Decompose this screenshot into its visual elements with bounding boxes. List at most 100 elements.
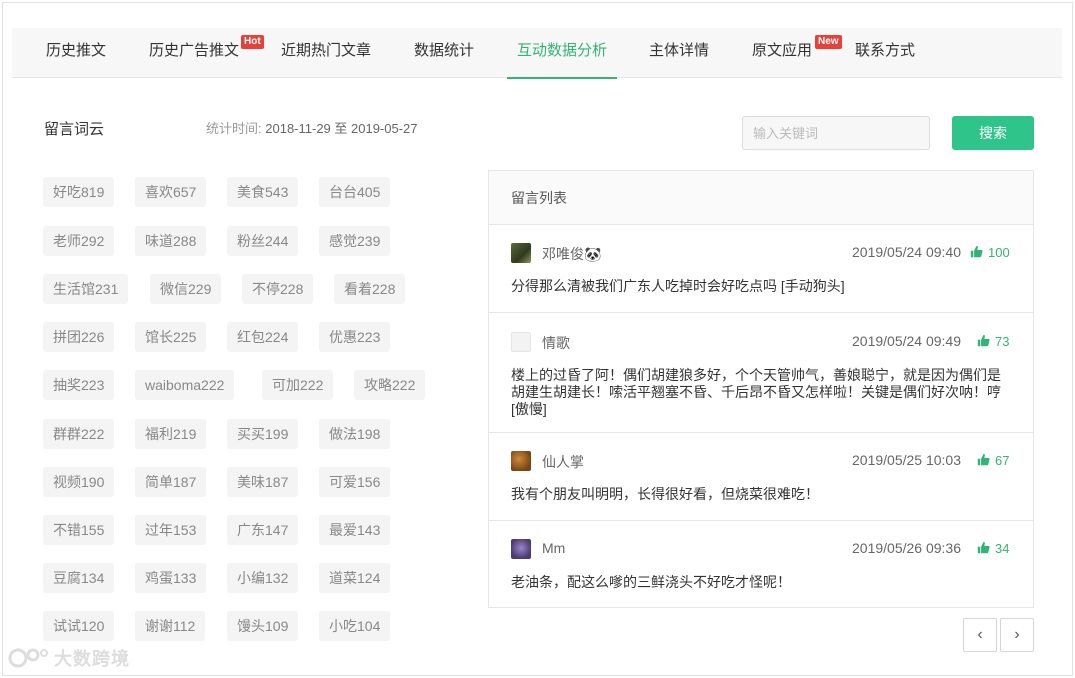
- comment-time: 2019/05/24 09:49: [852, 333, 961, 349]
- word-tag[interactable]: 红包224: [227, 322, 299, 352]
- like-count[interactable]: 67: [977, 453, 1009, 468]
- word-tag[interactable]: 福利219: [135, 419, 207, 449]
- avatar: [511, 451, 531, 471]
- comment-list: 留言列表 邓唯俊🐼 2019/05/24 09:40 100 分得那么清被我们广…: [488, 170, 1034, 608]
- thumbs-up-icon: [970, 245, 983, 258]
- comment-time: 2019/05/24 09:40: [852, 244, 961, 260]
- next-page-button[interactable]: ›: [1000, 618, 1034, 652]
- stat-time-range: 2018-11-29 至 2019-05-27: [265, 121, 418, 136]
- word-tag[interactable]: 买买199: [227, 419, 299, 449]
- word-tag[interactable]: 做法198: [319, 419, 391, 449]
- comment-user: 情歌: [542, 335, 570, 351]
- prev-page-button[interactable]: ‹: [963, 618, 997, 652]
- word-tag[interactable]: 简单187: [135, 467, 207, 497]
- word-tag[interactable]: waiboma222: [135, 370, 235, 400]
- word-tag[interactable]: 小编132: [227, 563, 299, 593]
- tab-label: 历史广告推文: [149, 42, 240, 59]
- word-tag[interactable]: 广东147: [227, 515, 299, 545]
- tab-label: 原文应用: [752, 42, 813, 59]
- word-tag[interactable]: 优惠223: [319, 322, 391, 352]
- word-tag[interactable]: 生活馆231: [43, 274, 129, 304]
- word-tag[interactable]: 可爱156: [319, 467, 391, 497]
- avatar: [511, 332, 531, 352]
- word-tag[interactable]: 台台405: [319, 177, 391, 207]
- word-tag[interactable]: 过年153: [135, 515, 207, 545]
- watermark-logo-icon: [8, 648, 48, 668]
- thumbs-up-icon: [977, 453, 990, 466]
- comment-time: 2019/05/25 10:03: [852, 452, 961, 468]
- tab-label: 数据统计: [414, 42, 475, 59]
- like-value: 34: [995, 541, 1010, 556]
- comment-text: 分得那么清被我们广东人吃掉时会好吃点吗 [手动狗头]: [511, 278, 845, 294]
- word-tag[interactable]: 粉丝244: [227, 226, 299, 256]
- comment-item: 情歌 2019/05/24 09:49 73 楼上的过昏了阿！偶们胡建狼多好，个…: [489, 313, 1033, 433]
- comment-user: Mm: [542, 540, 566, 556]
- word-tag[interactable]: 攻略222: [354, 370, 426, 400]
- watermark: 大数跨境: [8, 645, 130, 671]
- like-count[interactable]: 73: [977, 334, 1009, 349]
- word-tag[interactable]: 看着228: [334, 274, 406, 304]
- watermark-text: 大数跨境: [54, 649, 130, 669]
- word-tag[interactable]: 抽奖223: [43, 370, 115, 400]
- word-tag[interactable]: 老师292: [43, 226, 115, 256]
- word-tag[interactable]: 不停228: [242, 274, 314, 304]
- tab-history-posts[interactable]: 历史推文: [46, 28, 106, 78]
- like-count[interactable]: 100: [970, 245, 1010, 260]
- word-tag[interactable]: 豆腐134: [43, 563, 115, 593]
- word-tag[interactable]: 视频190: [43, 467, 115, 497]
- comment-time: 2019/05/26 09:36: [852, 540, 961, 556]
- word-tag[interactable]: 美食543: [227, 177, 299, 207]
- like-count[interactable]: 34: [977, 541, 1009, 556]
- word-tag[interactable]: 馆长225: [135, 322, 207, 352]
- comment-text: 老油条，配这么嗲的三鲜浇头不好吃才怪呢！: [511, 574, 791, 590]
- comment-item: 仙人掌 2019/05/25 10:03 67 我有个朋友叫明明，长得很好看，但…: [489, 433, 1033, 521]
- comment-item: 邓唯俊🐼 2019/05/24 09:40 100 分得那么清被我们广东人吃掉时…: [489, 225, 1033, 313]
- thumbs-up-icon: [977, 541, 990, 554]
- tab-interaction-analysis[interactable]: 互动数据分析: [506, 28, 618, 79]
- comment-user: 邓唯俊🐼: [542, 246, 602, 262]
- tab-original-apps[interactable]: 原文应用: [752, 28, 812, 78]
- word-cloud-title: 留言词云: [44, 121, 105, 138]
- tab-hot-articles[interactable]: 近期热门文章: [281, 28, 371, 78]
- word-tag[interactable]: 试试120: [43, 611, 115, 641]
- tab-entity-details[interactable]: 主体详情: [649, 28, 709, 78]
- word-tag[interactable]: 小吃104: [319, 611, 391, 641]
- comment-item: Mm 2019/05/26 09:36 34 老油条，配这么嗲的三鲜浇头不好吃才…: [489, 521, 1033, 607]
- tab-label: 近期热门文章: [281, 42, 372, 59]
- search-button[interactable]: 搜索: [952, 116, 1034, 150]
- word-tag[interactable]: 最爱143: [319, 515, 391, 545]
- word-tag[interactable]: 美味187: [227, 467, 299, 497]
- tab-label: 历史推文: [46, 42, 107, 59]
- hot-badge: Hot: [241, 35, 264, 49]
- avatar: [511, 243, 531, 263]
- chevron-right-icon: ›: [1014, 626, 1020, 643]
- search-input[interactable]: [742, 116, 930, 150]
- word-tag[interactable]: 感觉239: [319, 226, 391, 256]
- comment-user: 仙人掌: [542, 454, 584, 470]
- stat-time-label: 统计时间:: [206, 121, 262, 136]
- new-badge: New: [815, 35, 842, 49]
- word-tag[interactable]: 好吃819: [43, 177, 115, 207]
- word-tag[interactable]: 群群222: [43, 419, 115, 449]
- word-tag[interactable]: 拼团226: [43, 322, 115, 352]
- like-value: 100: [988, 245, 1010, 260]
- chevron-left-icon: ‹: [977, 626, 983, 643]
- comment-text: 楼上的过昏了阿！偶们胡建狼多好，个个天管帅气，善娘聪宁，就是因为偶们是胡建生胡建…: [511, 367, 1001, 417]
- tab-contact[interactable]: 联系方式: [855, 28, 915, 78]
- like-value: 67: [995, 453, 1010, 468]
- like-value: 73: [995, 334, 1010, 349]
- word-tag[interactable]: 道菜124: [319, 563, 391, 593]
- tab-data-stats[interactable]: 数据统计: [414, 28, 474, 78]
- word-tag[interactable]: 喜欢657: [135, 177, 207, 207]
- word-tag[interactable]: 味道288: [135, 226, 207, 256]
- word-tag[interactable]: 谢谢112: [135, 611, 206, 641]
- word-tag[interactable]: 微信229: [150, 274, 222, 304]
- word-tag[interactable]: 不错155: [43, 515, 115, 545]
- tab-history-ad-posts[interactable]: 历史广告推文: [149, 28, 239, 78]
- word-tag[interactable]: 鸡蛋133: [135, 563, 207, 593]
- comment-text: 我有个朋友叫明明，长得很好看，但烧菜很难吃！: [511, 486, 819, 502]
- word-tag[interactable]: 可加222: [262, 370, 334, 400]
- avatar: [511, 539, 531, 559]
- word-tag[interactable]: 馒头109: [227, 611, 299, 641]
- tab-label: 互动数据分析: [517, 42, 608, 59]
